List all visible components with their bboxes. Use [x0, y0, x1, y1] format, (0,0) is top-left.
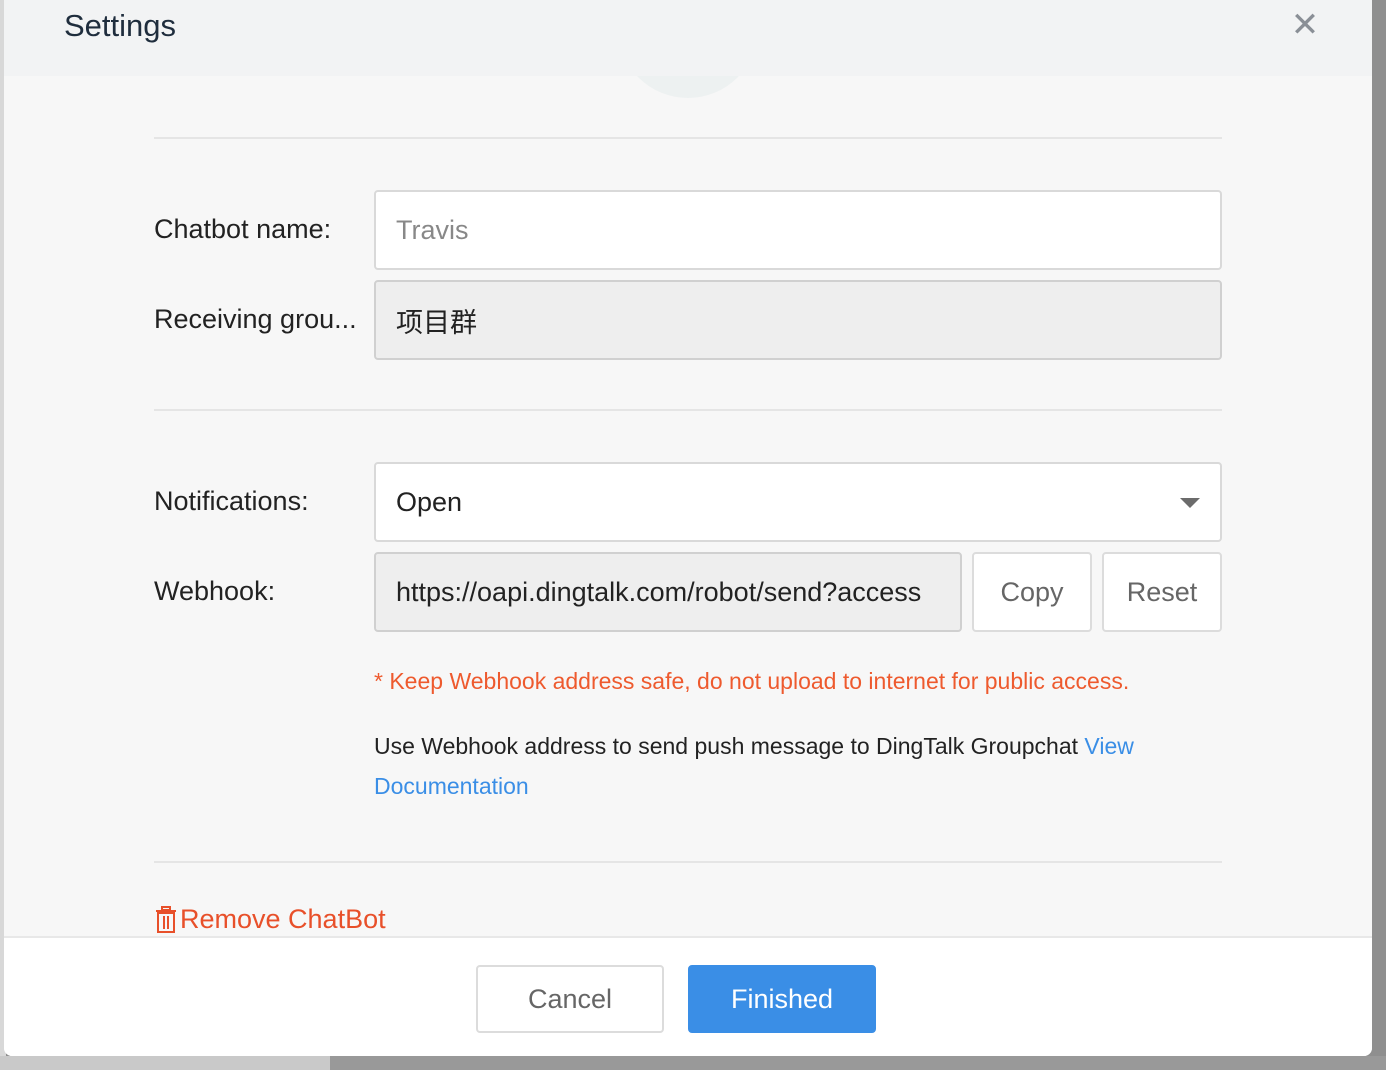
background-overlay-left [0, 1056, 330, 1070]
dialog-title: Settings [64, 8, 177, 43]
cancel-button[interactable]: Cancel [476, 965, 664, 1033]
chatbot-name-input[interactable]: Travis [374, 190, 1222, 270]
divider [154, 409, 1222, 411]
chevron-down-icon [1180, 498, 1200, 508]
chatbot-name-label: Chatbot name: [154, 214, 332, 244]
reset-button[interactable]: Reset [1102, 552, 1222, 632]
chatbot-name-placeholder: Travis [396, 214, 469, 245]
background-overlay-bottom [330, 1056, 1386, 1070]
divider [154, 861, 1222, 863]
remove-chatbot-label: Remove ChatBot [180, 904, 386, 934]
dialog-header: Settings ✕ [4, 0, 1372, 76]
receiving-group-field: 项目群 [374, 280, 1222, 360]
close-icon[interactable]: ✕ [1290, 8, 1320, 42]
webhook-help-text: Use Webhook address to send push message… [374, 726, 1174, 806]
divider [154, 137, 1222, 139]
help-text: Use Webhook address to send push message… [374, 733, 1079, 759]
webhook-field[interactable]: https://oapi.dingtalk.com/robot/send?acc… [374, 552, 962, 632]
notifications-label: Notifications: [154, 486, 309, 516]
view-link[interactable]: View [1084, 733, 1133, 759]
webhook-label: Webhook: [154, 576, 276, 606]
receiving-group-label: Receiving grou... [154, 304, 357, 334]
copy-button[interactable]: Copy [972, 552, 1092, 632]
dialog-footer: Cancel Finished [4, 936, 1372, 1056]
receiving-group-value: 项目群 [396, 307, 477, 338]
webhook-value: https://oapi.dingtalk.com/robot/send?acc… [396, 576, 922, 607]
notifications-value: Open [396, 486, 463, 517]
settings-dialog: Settings ✕ Chatbot name: Travis Receivin… [4, 0, 1372, 1056]
finished-button[interactable]: Finished [688, 965, 876, 1033]
webhook-warning: * Keep Webhook address safe, do not uplo… [374, 668, 1130, 694]
trash-icon [156, 905, 176, 933]
notifications-select[interactable]: Open [374, 462, 1222, 542]
documentation-link[interactable]: Documentation [374, 773, 529, 799]
remove-chatbot-button[interactable]: Remove ChatBot [154, 904, 386, 935]
